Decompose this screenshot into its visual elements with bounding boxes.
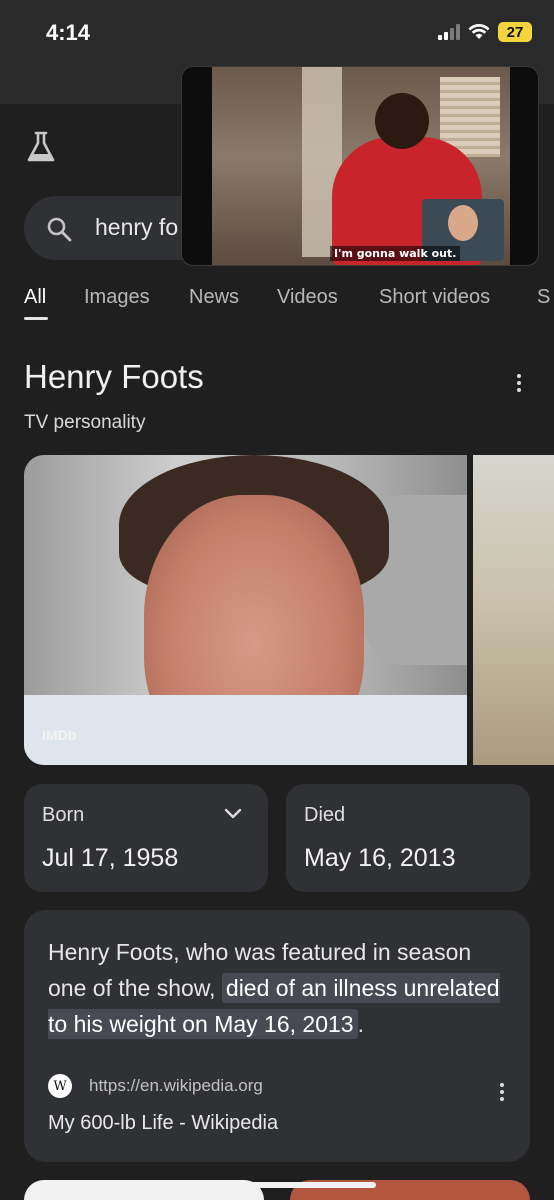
died-card[interactable]: Died May 16, 2013 — [286, 784, 530, 892]
battery-indicator: 27 — [498, 22, 532, 42]
tab-overflow[interactable]: S — [537, 286, 550, 309]
pip-inset-face — [448, 205, 478, 241]
image-source-label: IMDb — [42, 727, 77, 743]
source-more-options-icon[interactable] — [495, 1082, 509, 1104]
entity-title: Henry Foots — [24, 358, 204, 395]
chevron-down-icon — [224, 808, 242, 819]
wifi-icon — [468, 24, 490, 39]
born-label: Born — [42, 804, 85, 826]
status-indicators: 27 — [438, 22, 532, 42]
born-card[interactable]: Born Jul 17, 1958 — [24, 784, 268, 892]
entity-main-image[interactable]: IMDb — [24, 455, 467, 765]
tab-videos[interactable]: Videos — [277, 286, 338, 309]
snippet-text-after: . — [357, 1011, 364, 1037]
status-time: 4:14 — [46, 20, 91, 45]
pip-scene-head — [375, 93, 429, 149]
search-input[interactable]: henry fo — [95, 214, 178, 241]
source-url[interactable]: https://en.wikipedia.org — [89, 1076, 263, 1096]
died-value: May 16, 2013 — [304, 844, 456, 872]
source-title-link[interactable]: My 600-lb Life - Wikipedia — [48, 1112, 278, 1135]
featured-snippet: Henry Foots, who was featured in season … — [24, 910, 530, 1162]
pip-video-player[interactable]: I'm gonna walk out. — [181, 66, 539, 266]
image-gown — [24, 695, 467, 765]
pip-caption: I'm gonna walk out. — [330, 246, 461, 261]
born-value: Jul 17, 1958 — [42, 844, 179, 872]
tab-all[interactable]: All — [24, 286, 46, 309]
cellular-signal-icon — [438, 24, 460, 40]
active-tab-indicator — [24, 317, 48, 320]
search-tabs: All Images News Videos Short videos S — [0, 286, 554, 326]
tab-short-videos[interactable]: Short videos — [379, 286, 490, 309]
more-options-icon[interactable] — [510, 372, 528, 394]
pip-video-frame: I'm gonna walk out. — [212, 67, 510, 265]
entity-subtitle: TV personality — [24, 412, 146, 433]
entity-secondary-image[interactable] — [473, 455, 554, 765]
labs-flask-icon[interactable] — [26, 130, 56, 164]
wikipedia-icon: W — [48, 1074, 72, 1098]
died-label: Died — [304, 804, 346, 826]
snippet-text: Henry Foots, who was featured in season … — [48, 934, 508, 1042]
search-icon — [47, 217, 72, 242]
tab-news[interactable]: News — [189, 286, 239, 309]
home-indicator[interactable] — [180, 1182, 376, 1188]
tab-images[interactable]: Images — [84, 286, 150, 309]
